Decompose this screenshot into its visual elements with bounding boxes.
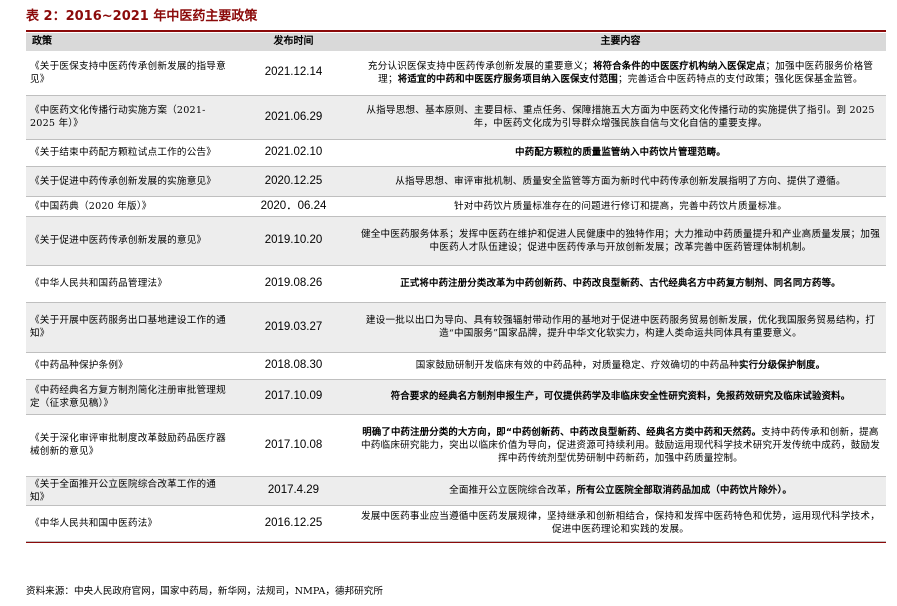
release-date-cell: 2018.08.30 [232, 352, 355, 380]
policy-name-cell: 《关于医保支持中医药传承创新发展的指导意见》 [26, 51, 232, 96]
policy-name-cell: 《中医药文化传播行动实施方案（2021-2025 年）》 [26, 95, 232, 140]
table-row: 《关于促进中医药传承创新发展的意见》 2019.10.20 健全中医药服务体系；发挥… [26, 216, 886, 266]
policy-name-cell: 《关于全面推开公立医院综合改革工作的通知》 [26, 476, 232, 506]
release-date-cell: 2021.06.29 [232, 95, 355, 140]
policy-name-cell: 《关于促进中医药传承创新发展的意见》 [26, 216, 232, 266]
main-content-cell: 中药配方颗粒的质量监管纳入中药饮片管理范畴。 [355, 139, 886, 167]
policy-table: 政策 发布时间 主要内容 《关于医保支持中医药传承创新发展的指导意见》 2021.… [26, 33, 886, 542]
policy-name-cell: 《关于深化审评审批制度改革鼓励药品医疗器械创新的意见》 [26, 414, 232, 477]
content-segment: 发展中医药事业应当遵循中医药发展规律，坚持继承和创新相结合，保持和发挥中医药特色… [360, 511, 881, 535]
release-date-cell: 2021.12.14 [232, 51, 355, 96]
main-content-cell: 全面推开公立医院综合改革，所有公立医院全部取消药品加成（中药饮片除外）。 [355, 476, 886, 506]
release-date-cell: 2017.4.29 [232, 476, 355, 506]
release-date-cell: 2019.10.20 [232, 216, 355, 266]
policy-name-cell: 《关于促进中药传承创新发展的实施意见》 [26, 166, 232, 197]
table-row: 《关于结束中药配方颗粒试点工作的公告》 2021.02.10 中药配方颗粒的质量监管… [26, 139, 886, 167]
release-date-cell: 2020.12.25 [232, 166, 355, 197]
table-title: 表 2：2016~2021 年中医药主要政策 [26, 9, 258, 24]
table-row: 《关于医保支持中医药传承创新发展的指导意见》 2021.12.14 充分认识医保支持… [26, 51, 886, 96]
content-segment: 从指导思想、基本原则、主要目标、重点任务、保障措施五大方面为中医药文化传播行动的… [366, 105, 875, 129]
main-content-cell: 发展中医药事业应当遵循中医药发展规律，坚持继承和创新相结合，保持和发挥中医药特色… [355, 505, 886, 542]
main-content-cell: 从指导思想、基本原则、主要目标、重点任务、保障措施五大方面为中医药文化传播行动的… [355, 95, 886, 140]
policy-name-cell: 《中华人民共和国中医药法》 [26, 505, 232, 542]
bottom-rule [26, 542, 886, 543]
main-content-cell: 明确了中药注册分类的大方向，即“中药创新药、中药改良型新药、经典名方类中药和天然… [355, 414, 886, 477]
table-row: 《中华人民共和国中医药法》 2016.12.25 发展中医药事业应当遵循中医药发展规… [26, 505, 886, 542]
policy-name-cell: 《中药品种保护条例》 [26, 352, 232, 380]
release-date-cell: 2019.08.26 [232, 265, 355, 303]
source-note: 资料来源：中央人民政府官网，国家中药局，新华网，法规司，NMPA，德邦研究所 [26, 586, 383, 597]
content-bold-segment: 将符合条件的中医医疗机构纳入医保定点 [593, 60, 766, 72]
content-bold-segment: 正式将中药注册分类改革为中药创新药、中药改良型新药、古代经典名方中药复方制剂、同… [400, 278, 841, 289]
policy-name-cell: 《中药经典名方复方制剂简化注册审批管理规定（征求意见稿）》 [26, 379, 232, 415]
policy-name-cell: 《中华人民共和国药品管理法》 [26, 265, 232, 303]
title-rule [26, 30, 886, 32]
release-date-cell: 2020．06.24 [232, 196, 355, 217]
table-row: 《关于深化审评审批制度改革鼓励药品医疗器械创新的意见》 2017.10.08 明确了… [26, 414, 886, 477]
content-bold-segment: 符合要求的经典名方制剂申报生产，可仅提供药学及非临床安全性研究资料，免报药效研究… [390, 391, 851, 402]
content-segment: 建设一批以出口为导向、具有较强辐射带动作用的基地对于促进中医药服务贸易创新发展，… [365, 315, 876, 339]
content-bold-segment: 将适宜的中药和中医医疗服务项目纳入医保支付范围 [397, 73, 618, 85]
table-row: 《中华人民共和国药品管理法》 2019.08.26 正式将中药注册分类改革为中药创新… [26, 265, 886, 303]
content-bold-segment: 中药配方颗粒的质量监管纳入中药饮片管理范畴。 [515, 147, 726, 158]
content-segment: ；完善适合中医药特点的支付政策；强化医保基金监管。 [617, 73, 863, 85]
main-content-cell: 从指导思想、审评审批机制、质量安全监管等方面为新时代中药传承创新发展指明了方向、… [355, 166, 886, 197]
content-segment: 充分认识医保支持中医药传承创新发展的重要意义； [367, 60, 594, 72]
header-date: 发布时间 [232, 33, 355, 51]
content-bold-segment: 所有公立医院全部取消药品加成（中药饮片除外）。 [576, 485, 792, 496]
policy-name-cell: 《关于结束中药配方颗粒试点工作的公告》 [26, 139, 232, 167]
table-row: 《中国药典（2020 年版）》 2020．06.24 针对中药饮片质量标准存在的问题… [26, 196, 886, 217]
table-row: 《关于全面推开公立医院综合改革工作的通知》 2017.4.29 全面推开公立医院综合… [26, 476, 886, 506]
header-content: 主要内容 [355, 33, 886, 51]
table-row: 《关于开展中医药服务出口基地建设工作的通知》 2019.03.27 建设一批以出口为… [26, 302, 886, 353]
content-segment: 从指导思想、审评审批机制、质量安全监管等方面为新时代中药传承创新发展指明了方向、… [395, 175, 846, 187]
main-content-cell: 针对中药饮片质量标准存在的问题进行修订和提高，完善中药饮片质量标准。 [355, 196, 886, 217]
table-body: 《关于医保支持中医药传承创新发展的指导意见》 2021.12.14 充分认识医保支持… [26, 51, 886, 542]
release-date-cell: 2016.12.25 [232, 505, 355, 542]
content-segment: 针对中药饮片质量标准存在的问题进行修订和提高，完善中药饮片质量标准。 [454, 200, 787, 212]
content-bold-segment: 实行分级保护制度。 [739, 360, 826, 371]
content-segment: 全面推开公立医院综合改革， [449, 485, 577, 496]
header-policy: 政策 [26, 33, 232, 51]
table-row: 《中药经典名方复方制剂简化注册审批管理规定（征求意见稿）》 2017.10.09 符… [26, 379, 886, 415]
main-content-cell: 国家鼓励研制开发临床有效的中药品种，对质量稳定、疗效确切的中药品种实行分级保护制… [355, 352, 886, 380]
content-bold-segment: 明确了中药注册分类的大方向，即“中药创新药、中药改良型新药、经典名方类中药和天然… [362, 426, 762, 438]
release-date-cell: 2019.03.27 [232, 302, 355, 353]
main-content-cell: 建设一批以出口为导向、具有较强辐射带动作用的基地对于促进中医药服务贸易创新发展，… [355, 302, 886, 353]
release-date-cell: 2017.10.08 [232, 414, 355, 477]
main-content-cell: 充分认识医保支持中医药传承创新发展的重要意义；将符合条件的中医医疗机构纳入医保定… [355, 51, 886, 96]
content-segment: 国家鼓励研制开发临床有效的中药品种，对质量稳定、疗效确切的中药品种 [415, 360, 739, 371]
main-content-cell: 符合要求的经典名方制剂申报生产，可仅提供药学及非临床安全性研究资料，免报药效研究… [355, 379, 886, 415]
main-content-cell: 健全中医药服务体系；发挥中医药在维护和促进人民健康中的独特作用；大力推动中药质量… [355, 216, 886, 266]
content-segment: 健全中医药服务体系；发挥中医药在维护和促进人民健康中的独特作用；大力推动中药质量… [360, 228, 881, 253]
header-row: 政策 发布时间 主要内容 [26, 33, 886, 51]
release-date-cell: 2017.10.09 [232, 379, 355, 415]
policy-name-cell: 《关于开展中医药服务出口基地建设工作的通知》 [26, 302, 232, 353]
table-row: 《中药品种保护条例》 2018.08.30 国家鼓励研制开发临床有效的中药品种，对质… [26, 352, 886, 380]
release-date-cell: 2021.02.10 [232, 139, 355, 167]
table-row: 《关于促进中药传承创新发展的实施意见》 2020.12.25 从指导思想、审评审批机… [26, 166, 886, 197]
main-content-cell: 正式将中药注册分类改革为中药创新药、中药改良型新药、古代经典名方中药复方制剂、同… [355, 265, 886, 303]
policy-name-cell: 《中国药典（2020 年版）》 [26, 196, 232, 217]
table-row: 《中医药文化传播行动实施方案（2021-2025 年）》 2021.06.29 从指… [26, 95, 886, 140]
